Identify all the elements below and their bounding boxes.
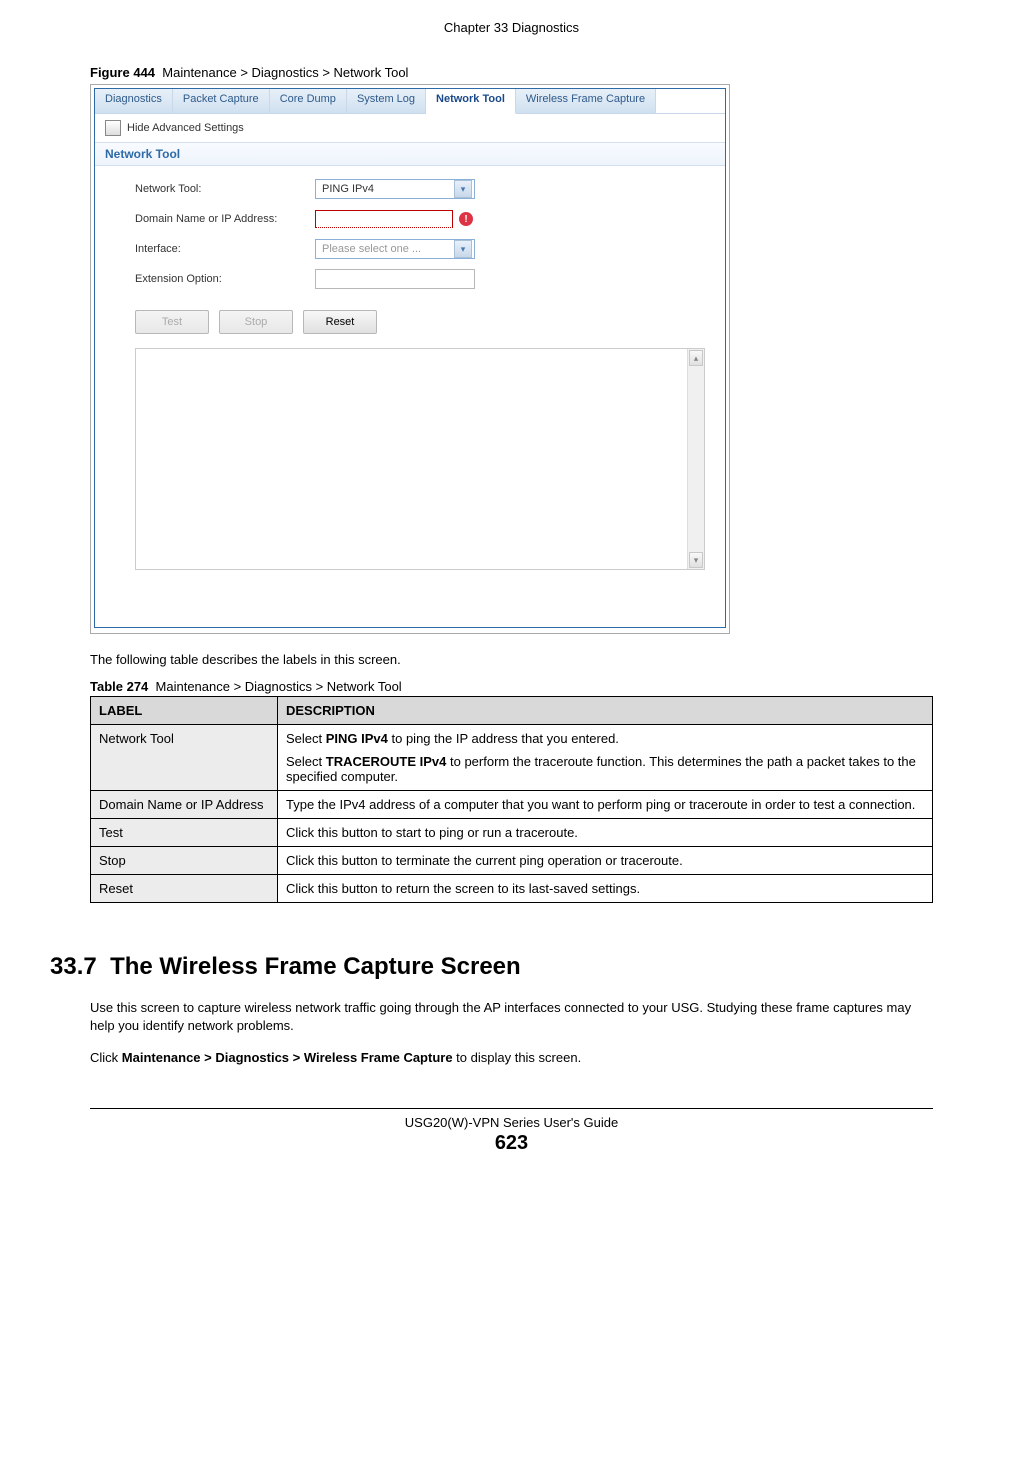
table-row: Stop Click this button to terminate the … — [91, 847, 933, 875]
footer-guide-name: USG20(W)-VPN Series User's Guide — [90, 1115, 933, 1130]
intro-text: The following table describes the labels… — [90, 652, 933, 667]
cell-desc: Select PING IPv4 to ping the IP address … — [278, 725, 933, 791]
bold-text: PING IPv4 — [326, 731, 388, 746]
label-extension: Extension Option: — [135, 273, 315, 285]
description-table: LABEL DESCRIPTION Network Tool Select PI… — [90, 696, 933, 903]
cell-label: Test — [91, 819, 278, 847]
col-label: LABEL — [91, 697, 278, 725]
output-textarea[interactable]: ▴ ▾ — [135, 348, 705, 570]
body-paragraph: Use this screen to capture wireless netw… — [90, 999, 933, 1035]
scroll-down-icon[interactable]: ▾ — [689, 552, 703, 568]
screenshot-network-tool: Diagnostics Packet Capture Core Dump Sys… — [90, 84, 730, 634]
tab-network-tool[interactable]: Network Tool — [426, 89, 516, 114]
col-description: DESCRIPTION — [278, 697, 933, 725]
text: Click — [90, 1050, 122, 1065]
figure-caption-text: Maintenance > Diagnostics > Network Tool — [162, 65, 408, 80]
section-heading: 33.7 The Wireless Frame Capture Screen — [50, 953, 933, 981]
tab-core-dump[interactable]: Core Dump — [270, 89, 347, 113]
tab-bar: Diagnostics Packet Capture Core Dump Sys… — [95, 89, 725, 114]
section-number: 33.7 — [50, 953, 97, 980]
button-row: Test Stop Reset — [95, 306, 725, 344]
scroll-up-icon[interactable]: ▴ — [689, 350, 703, 366]
table-label: Table 274 — [90, 679, 148, 694]
table-caption: Table 274 Maintenance > Diagnostics > Ne… — [90, 679, 933, 694]
cell-label: Stop — [91, 847, 278, 875]
reset-button[interactable]: Reset — [303, 310, 377, 334]
label-interface: Interface: — [135, 243, 315, 255]
select-interface[interactable]: Please select one ... ▾ — [315, 239, 475, 259]
scrollbar[interactable]: ▴ ▾ — [687, 349, 704, 569]
text: Select — [286, 754, 326, 769]
text: to ping the IP address that you entered. — [388, 731, 619, 746]
test-button[interactable]: Test — [135, 310, 209, 334]
body-paragraph: Click Maintenance > Diagnostics > Wirele… — [90, 1049, 933, 1067]
select-network-tool-value: PING IPv4 — [322, 183, 374, 195]
table-row: Network Tool Select PING IPv4 to ping th… — [91, 725, 933, 791]
cell-desc: Click this button to start to ping or ru… — [278, 819, 933, 847]
figure-label: Figure 444 — [90, 65, 155, 80]
screenshot-inner: Diagnostics Packet Capture Core Dump Sys… — [94, 88, 726, 628]
bold-text: Maintenance > Diagnostics > Wireless Fra… — [122, 1050, 453, 1065]
page-number: 623 — [90, 1132, 933, 1155]
bold-text: TRACEROUTE IPv4 — [326, 754, 447, 769]
table-header-row: LABEL DESCRIPTION — [91, 697, 933, 725]
table-row: Test Click this button to start to ping … — [91, 819, 933, 847]
text: to display this screen. — [453, 1050, 582, 1065]
chapter-header: Chapter 33 Diagnostics — [90, 20, 933, 35]
table-row: Reset Click this button to return the sc… — [91, 875, 933, 903]
cell-label: Reset — [91, 875, 278, 903]
section-title-network-tool: Network Tool — [95, 142, 725, 166]
select-interface-placeholder: Please select one ... — [322, 243, 421, 255]
advanced-toggle[interactable]: Hide Advanced Settings — [95, 114, 725, 142]
section-title: The Wireless Frame Capture Screen — [110, 953, 521, 980]
cell-desc: Click this button to return the screen t… — [278, 875, 933, 903]
collapse-icon — [105, 120, 121, 136]
table-row: Domain Name or IP Address Type the IPv4 … — [91, 791, 933, 819]
cell-label: Network Tool — [91, 725, 278, 791]
footer-rule — [90, 1108, 933, 1109]
stop-button[interactable]: Stop — [219, 310, 293, 334]
tab-packet-capture[interactable]: Packet Capture — [173, 89, 270, 113]
table-caption-text: Maintenance > Diagnostics > Network Tool — [156, 679, 402, 694]
cell-desc: Type the IPv4 address of a computer that… — [278, 791, 933, 819]
label-domain: Domain Name or IP Address: — [135, 213, 315, 225]
label-network-tool: Network Tool: — [135, 183, 315, 195]
warning-icon: ! — [459, 212, 473, 226]
advanced-toggle-label: Hide Advanced Settings — [127, 122, 244, 134]
figure-caption: Figure 444 Maintenance > Diagnostics > N… — [90, 65, 933, 80]
tab-diagnostics[interactable]: Diagnostics — [95, 89, 173, 113]
text: Select — [286, 731, 326, 746]
chevron-down-icon: ▾ — [454, 180, 472, 198]
select-network-tool[interactable]: PING IPv4 ▾ — [315, 179, 475, 199]
form-area: Network Tool: PING IPv4 ▾ Domain Name or… — [95, 166, 725, 306]
cell-label: Domain Name or IP Address — [91, 791, 278, 819]
cell-desc: Click this button to terminate the curre… — [278, 847, 933, 875]
input-domain[interactable] — [315, 210, 453, 228]
chevron-down-icon: ▾ — [454, 240, 472, 258]
tab-wireless-frame-capture[interactable]: Wireless Frame Capture — [516, 89, 656, 113]
input-extension[interactable] — [315, 269, 475, 289]
tab-system-log[interactable]: System Log — [347, 89, 426, 113]
document-page: Chapter 33 Diagnostics Figure 444 Mainte… — [0, 0, 1023, 1185]
